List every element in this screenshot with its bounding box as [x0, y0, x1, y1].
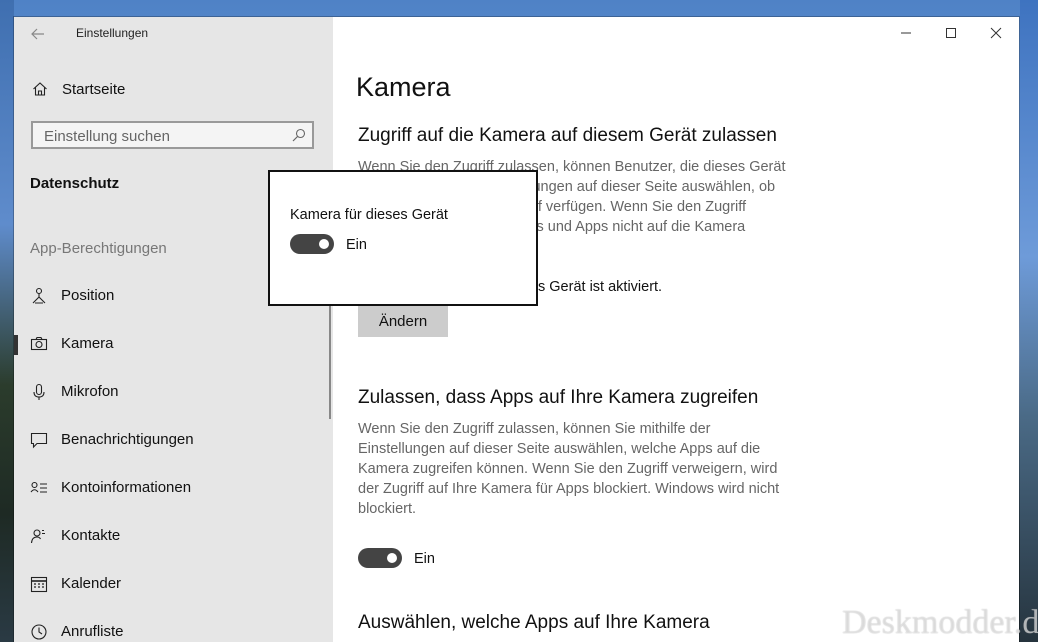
- sidebar-item-kamera[interactable]: Kamera: [14, 324, 333, 364]
- sidebar-item-label: Kontoinformationen: [61, 479, 192, 496]
- search-input[interactable]: [42, 126, 286, 146]
- back-button[interactable]: [26, 23, 50, 45]
- main-content: Kamera Zugriff auf die Kamera auf diesem…: [333, 17, 1019, 642]
- device-camera-toggle-label: Ein: [346, 237, 367, 253]
- notification-icon: [30, 432, 48, 449]
- section-title: Datenschutz: [30, 175, 120, 192]
- sidebar-item-anrufliste[interactable]: Anrufliste: [14, 612, 333, 642]
- arrow-left-icon: [31, 28, 44, 40]
- contacts-icon: [30, 529, 45, 544]
- description-line: Wenn Sie den Zugriff zulassen, können Si…: [358, 421, 711, 437]
- description-line: blockiert.: [358, 501, 417, 517]
- sidebar-item-label: Kalender: [61, 575, 122, 592]
- close-button[interactable]: [981, 21, 1011, 45]
- group-title: App-Berechtigungen: [30, 240, 167, 257]
- sidebar: Einstellungen Startseite Datenschutz App…: [14, 17, 333, 642]
- section-heading-app-access: Zulassen, dass Apps auf Ihre Kamera zugr…: [358, 387, 759, 408]
- call-history-icon: [31, 624, 47, 640]
- home-icon: [33, 82, 47, 96]
- minimize-button[interactable]: [891, 21, 921, 45]
- watermark: Deskmodder.de: [842, 604, 1038, 641]
- sidebar-item-label: Startseite: [62, 81, 126, 98]
- app-access-toggle[interactable]: [358, 548, 402, 568]
- sidebar-item-label: Kontakte: [61, 527, 121, 544]
- account-info-icon: [30, 481, 47, 493]
- page-title: Kamera: [356, 72, 451, 102]
- popup-title: Kamera für dieses Gerät: [290, 207, 448, 223]
- search-icon[interactable]: [292, 128, 306, 142]
- sidebar-item-home[interactable]: Startseite: [14, 75, 333, 105]
- sidebar-item-kontoinformationen[interactable]: Kontoinformationen: [14, 468, 333, 508]
- sidebar-item-kalender[interactable]: Kalender: [14, 564, 333, 604]
- device-camera-toggle[interactable]: [290, 234, 334, 254]
- maximize-icon: [946, 28, 956, 38]
- location-icon: [32, 287, 46, 304]
- sidebar-item-benachrichtigungen[interactable]: Benachrichtigungen: [14, 420, 333, 460]
- camera-device-popup: Kamera für dieses Gerät Ein: [268, 170, 538, 306]
- minimize-icon: [901, 32, 911, 34]
- settings-window: Einstellungen Startseite Datenschutz App…: [14, 17, 1019, 642]
- camera-icon: [30, 336, 48, 351]
- description-line: Einstellungen auf dieser Seite auswählen…: [358, 441, 761, 457]
- section-heading-device-access: Zugriff auf die Kamera auf diesem Gerät …: [358, 125, 777, 146]
- change-button[interactable]: Ändern: [358, 305, 448, 337]
- sidebar-item-label: Mikrofon: [61, 383, 119, 400]
- close-icon: [990, 27, 1002, 39]
- sidebar-item-label: Kamera: [61, 335, 114, 352]
- search-box[interactable]: [31, 121, 314, 149]
- sidebar-item-label: Benachrichtigungen: [61, 431, 194, 448]
- sidebar-item-kontakte[interactable]: Kontakte: [14, 516, 333, 556]
- maximize-button[interactable]: [936, 21, 966, 45]
- microphone-icon: [33, 383, 45, 400]
- app-title: Einstellungen: [76, 26, 149, 40]
- calendar-icon: [30, 576, 48, 593]
- desktop-background-right: [1020, 0, 1038, 642]
- toggle-knob: [319, 239, 329, 249]
- desktop-background-left: [0, 0, 14, 642]
- section-description-app-access: Wenn Sie den Zugriff zulassen, können Si…: [358, 419, 803, 519]
- section-heading-choose-apps: Auswählen, welche Apps auf Ihre Kamera: [358, 612, 710, 633]
- sidebar-item-label: Anrufliste: [61, 623, 124, 640]
- sidebar-item-label: Position: [61, 287, 115, 304]
- titlebar: Einstellungen: [14, 17, 333, 51]
- app-access-toggle-label: Ein: [414, 551, 435, 567]
- sidebar-item-mikrofon[interactable]: Mikrofon: [14, 372, 333, 412]
- sidebar-scrollbar[interactable]: [329, 295, 331, 419]
- description-line: Kamera zugreifen können. Wenn Sie den Zu…: [358, 461, 778, 477]
- description-line: der Zugriff auf Ihre Kamera für Apps blo…: [358, 481, 780, 497]
- toggle-knob: [387, 553, 397, 563]
